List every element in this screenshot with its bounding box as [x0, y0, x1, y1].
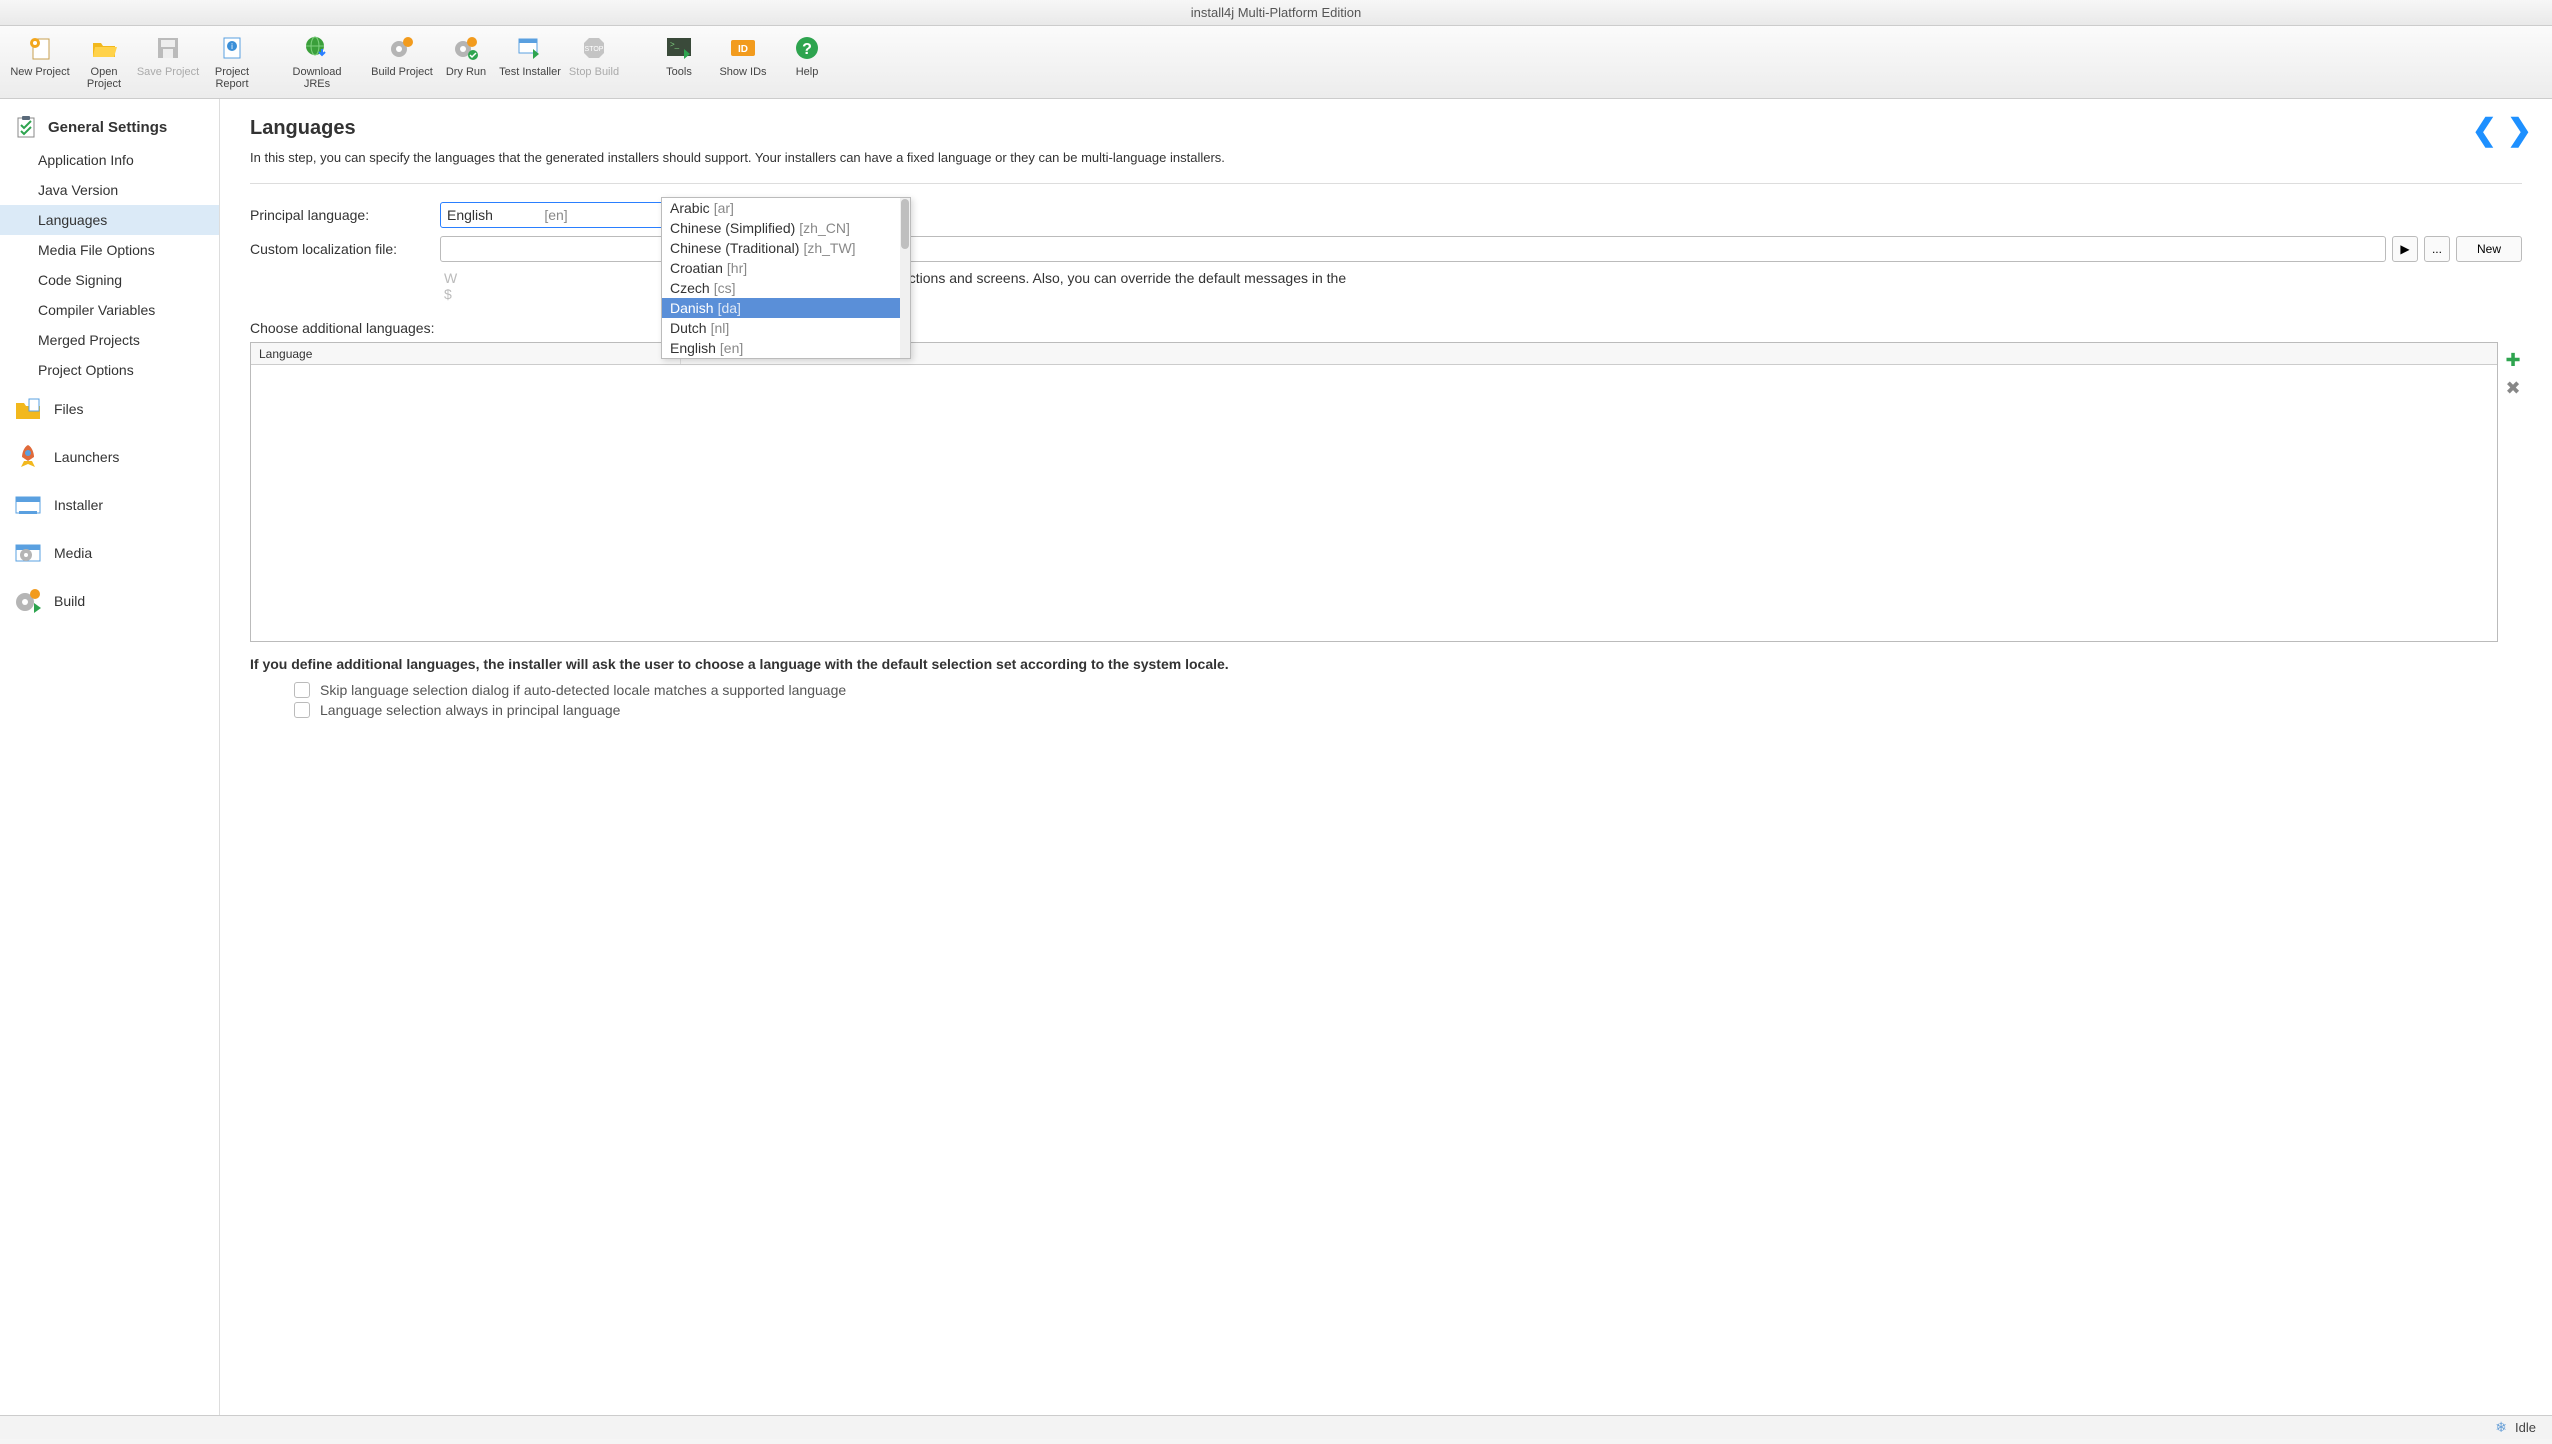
svg-text:ID: ID [738, 44, 748, 55]
divider [250, 183, 2522, 184]
status-bar: ❄ Idle [0, 1415, 2552, 1439]
dropdown-scrollbar[interactable] [900, 198, 910, 358]
page-description: In this step, you can specify the langua… [250, 150, 2522, 165]
new-project-icon [26, 34, 54, 62]
dropdown-option[interactable]: Czech [cs] [662, 278, 910, 298]
dropdown-option[interactable]: English [en] [662, 338, 910, 358]
additional-languages-table[interactable]: Language Custom localization file [250, 342, 2498, 642]
sidebar-item-java-version[interactable]: Java Version [0, 175, 219, 205]
help-button[interactable]: ? Help [775, 32, 839, 80]
sidebar-item-code-signing[interactable]: Code Signing [0, 265, 219, 295]
folder-icon [14, 395, 42, 423]
custom-localization-label: Custom localization file: [250, 241, 440, 257]
svg-text:STOP: STOP [585, 46, 604, 53]
language-dropdown-list[interactable]: Arabic [ar]Chinese (Simplified) [zh_CN]C… [661, 197, 911, 359]
content-area: ❮ ❯ Languages In this step, you can spec… [220, 99, 2552, 1415]
add-language-button[interactable]: ✚ [2504, 346, 2522, 374]
sidebar-cat-launchers[interactable]: Launchers [0, 433, 219, 481]
report-icon: i [218, 34, 246, 62]
globe-download-icon [303, 34, 331, 62]
save-icon [154, 34, 182, 62]
dropdown-option[interactable]: Croatian [hr] [662, 258, 910, 278]
table-header-language[interactable]: Language [251, 343, 681, 364]
table-header-custom-file[interactable]: Custom localization file [681, 343, 2497, 364]
dropdown-option[interactable]: Dutch [nl] [662, 318, 910, 338]
sidebar-general-settings[interactable]: General Settings [0, 109, 219, 145]
principal-language-label: Principal language: [250, 207, 440, 223]
sidebar-item-app-info[interactable]: Application Info [0, 145, 219, 175]
rocket-icon [14, 443, 42, 471]
always-principal-checkbox[interactable] [294, 702, 310, 718]
installer-icon [14, 491, 42, 519]
insert-variable-button[interactable]: ▶ [2392, 236, 2418, 262]
open-project-button[interactable]: Open Project [72, 32, 136, 92]
sidebar-item-languages[interactable]: Languages [0, 205, 219, 235]
principal-language-select[interactable]: English [en] ⌃⌄ [440, 202, 690, 228]
test-installer-button[interactable]: Test Installer [498, 32, 562, 80]
download-jres-button[interactable]: Download JREs [285, 32, 349, 92]
sidebar-cat-build[interactable]: Build [0, 577, 219, 625]
tools-button[interactable]: >_ Tools [647, 32, 711, 80]
status-icon: ❄ [2495, 1419, 2507, 1436]
build-gear-icon [14, 587, 42, 615]
sidebar-cat-installer[interactable]: Installer [0, 481, 219, 529]
sidebar-cat-files[interactable]: Files [0, 385, 219, 433]
build-icon [388, 34, 416, 62]
sidebar-item-media-file[interactable]: Media File Options [0, 235, 219, 265]
clipboard-icon [14, 115, 38, 139]
page-title: Languages [250, 117, 2522, 140]
test-installer-icon [516, 34, 544, 62]
choose-additional-label: Choose additional languages: [250, 320, 440, 336]
terminal-icon: >_ [665, 34, 693, 62]
svg-text:?: ? [802, 41, 812, 58]
help-icon: ? [793, 34, 821, 62]
window-title: install4j Multi-Platform Edition [0, 0, 2552, 26]
svg-text:>_: >_ [670, 40, 680, 49]
sidebar: General Settings Application Info Java V… [0, 99, 220, 1415]
dry-run-icon [452, 34, 480, 62]
id-icon: ID [729, 34, 757, 62]
main-toolbar: New Project Open Project Save Project i … [0, 26, 2552, 99]
dropdown-option[interactable]: Chinese (Simplified) [zh_CN] [662, 218, 910, 238]
nav-prev-button[interactable]: ❮ [2472, 113, 2497, 148]
stop-build-button[interactable]: STOP Stop Build [562, 32, 626, 80]
remove-language-button[interactable]: ✖ [2504, 374, 2522, 402]
nav-next-button[interactable]: ❯ [2507, 113, 2532, 148]
sidebar-cat-media[interactable]: Media [0, 529, 219, 577]
svg-text:i: i [231, 42, 233, 51]
always-principal-label: Language selection always in principal l… [320, 702, 620, 718]
show-ids-button[interactable]: ID Show IDs [711, 32, 775, 80]
new-project-button[interactable]: New Project [8, 32, 72, 92]
sidebar-item-merged-projects[interactable]: Merged Projects [0, 325, 219, 355]
skip-dialog-label: Skip language selection dialog if auto-d… [320, 682, 846, 698]
status-text: Idle [2515, 1420, 2536, 1435]
dropdown-option[interactable]: Danish [da] [662, 298, 910, 318]
project-report-button[interactable]: i Project Report [200, 32, 264, 92]
stop-icon: STOP [580, 34, 608, 62]
media-icon [14, 539, 42, 567]
skip-dialog-checkbox[interactable] [294, 682, 310, 698]
sidebar-item-project-options[interactable]: Project Options [0, 355, 219, 385]
open-folder-icon [90, 34, 118, 62]
dry-run-button[interactable]: Dry Run [434, 32, 498, 80]
save-project-button[interactable]: Save Project [136, 32, 200, 92]
dropdown-option[interactable]: Arabic [ar] [662, 198, 910, 218]
additional-languages-note: If you define additional languages, the … [250, 656, 2522, 672]
dropdown-option[interactable]: Chinese (Traditional) [zh_TW] [662, 238, 910, 258]
browse-button[interactable]: ... [2424, 236, 2450, 262]
build-project-button[interactable]: Build Project [370, 32, 434, 80]
sidebar-item-compiler-vars[interactable]: Compiler Variables [0, 295, 219, 325]
new-button[interactable]: New [2456, 236, 2522, 262]
